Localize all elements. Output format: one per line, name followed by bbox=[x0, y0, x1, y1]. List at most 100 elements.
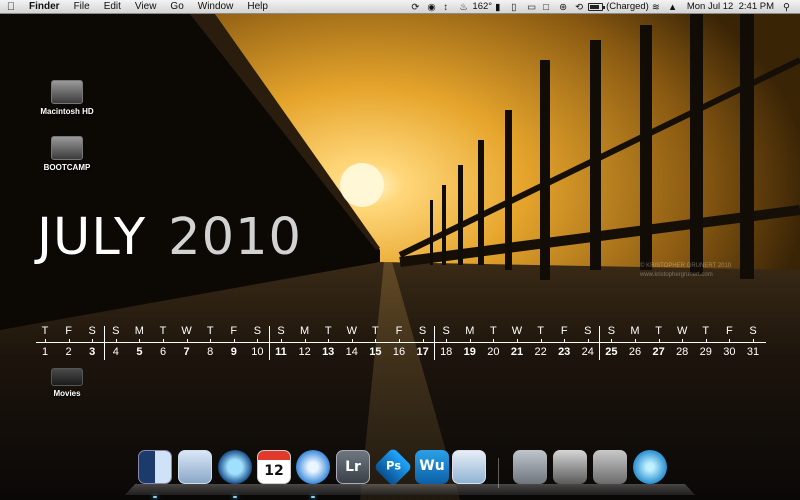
menu-app-name[interactable]: Finder bbox=[22, 1, 67, 12]
apple-menu-icon[interactable]:  bbox=[0, 1, 22, 13]
week-divider bbox=[269, 326, 270, 360]
volume-icon[interactable]: ▲ bbox=[668, 2, 678, 13]
calendar-tick bbox=[469, 339, 471, 343]
bluetooth-icon[interactable]: ⊛ bbox=[559, 2, 569, 13]
calendar-tick bbox=[493, 339, 495, 343]
calendar-tick bbox=[446, 339, 448, 343]
spotlight-search-icon[interactable]: ⚲ bbox=[783, 2, 793, 13]
lightroom-icon[interactable]: Lr bbox=[336, 450, 370, 484]
mail-icon[interactable] bbox=[178, 450, 212, 484]
calendar-day: 9 bbox=[230, 346, 237, 358]
desktop-icon-movies[interactable]: Movies bbox=[27, 368, 107, 398]
calendar-weekday: S bbox=[418, 325, 427, 337]
calendar-weekday: T bbox=[702, 325, 710, 337]
trash-icon[interactable] bbox=[633, 450, 667, 484]
wifi-icon[interactable]: ≋ bbox=[652, 2, 662, 13]
calendar-day: 8 bbox=[207, 346, 214, 358]
calendar-tick bbox=[517, 339, 518, 343]
downloads-stack-icon[interactable] bbox=[593, 450, 627, 484]
network-meter-icon[interactable]: ▭ bbox=[527, 2, 537, 13]
calendar-day: 21 bbox=[510, 346, 524, 358]
arrows-icon[interactable]: ↕ bbox=[443, 2, 453, 13]
calendar-weekday: W bbox=[511, 325, 523, 337]
thermometer-icon[interactable]: ♨ bbox=[459, 2, 469, 13]
menu-go[interactable]: Go bbox=[163, 1, 190, 12]
calendar-day: 13 bbox=[322, 346, 335, 358]
calendar-weekday: T bbox=[490, 325, 497, 337]
calendar-weekday: S bbox=[607, 325, 616, 337]
wallpaper-credit: © KRISTOPHER GRUNERT 2010 www.kristopher… bbox=[640, 262, 731, 280]
dock-app-label: Wu bbox=[419, 458, 445, 474]
calendar-rule bbox=[36, 342, 766, 343]
calendar-icon[interactable]: 12 bbox=[257, 450, 291, 484]
desktop-icon-macintosh-hd[interactable]: Macintosh HD bbox=[27, 80, 107, 116]
battery-status[interactable]: (Charged) bbox=[606, 1, 649, 12]
calendar-weekday: M bbox=[630, 325, 640, 337]
menu-view[interactable]: View bbox=[128, 1, 164, 12]
preview-icon[interactable] bbox=[452, 450, 486, 484]
dock-shelf bbox=[124, 484, 696, 495]
calendar-weekday: F bbox=[395, 325, 403, 337]
menu-window[interactable]: Window bbox=[191, 1, 241, 12]
calendar-weekday: W bbox=[181, 325, 192, 337]
calendar-day: 22 bbox=[534, 346, 547, 358]
calendar-weekday: W bbox=[676, 325, 688, 337]
calendar-day: 17 bbox=[416, 346, 429, 358]
calendar-weekday: S bbox=[749, 325, 757, 337]
calendar-tick bbox=[281, 339, 282, 343]
dock-separator bbox=[498, 458, 499, 488]
calendar-day: 6 bbox=[159, 346, 167, 358]
desktop-icon-label: Macintosh HD bbox=[40, 107, 94, 116]
calendar-weekday: F bbox=[560, 325, 568, 337]
calendar-weekday: F bbox=[726, 325, 733, 337]
calendar-day: 16 bbox=[392, 346, 406, 358]
itunes-icon[interactable] bbox=[296, 450, 330, 484]
calendar-day: 30 bbox=[723, 346, 736, 358]
calendar-tick bbox=[375, 339, 377, 343]
calendar-day: 29 bbox=[699, 346, 712, 358]
calendar-weekday: F bbox=[65, 325, 72, 337]
memory-icon[interactable]: ▯ bbox=[511, 2, 521, 13]
running-indicator bbox=[233, 496, 237, 498]
dock-app-label: Lr bbox=[345, 459, 361, 475]
calendar-day: 31 bbox=[746, 346, 760, 358]
menu-file[interactable]: File bbox=[67, 1, 97, 12]
calendar-tick bbox=[658, 339, 660, 343]
hard-drive-icon bbox=[51, 136, 83, 160]
sync-icon[interactable]: ⟳ bbox=[411, 2, 421, 13]
calendar-tick bbox=[45, 339, 46, 343]
calendar-weekday: S bbox=[253, 325, 262, 337]
calendar-tick bbox=[233, 339, 235, 343]
calendar-tick bbox=[682, 339, 684, 343]
calendar-day: 24 bbox=[581, 346, 594, 358]
calendar-day: 10 bbox=[251, 346, 264, 358]
battery-icon[interactable] bbox=[588, 2, 606, 11]
calendar-weekday: S bbox=[277, 325, 285, 337]
wu-icon[interactable]: Wu bbox=[415, 450, 449, 484]
calendar-weekday: S bbox=[584, 325, 592, 337]
documents-stack-icon[interactable] bbox=[553, 450, 587, 484]
calendar-tick bbox=[635, 339, 636, 343]
calendar-day: 1 bbox=[41, 346, 49, 358]
cpu-meter-icon[interactable]: ▮ bbox=[495, 2, 505, 13]
credit-url: www.kristophergrunert.com bbox=[640, 272, 713, 278]
temperature-readout[interactable]: 162° bbox=[472, 1, 492, 12]
time-machine-icon[interactable] bbox=[218, 450, 252, 484]
calendar-weekday: T bbox=[372, 325, 379, 337]
menu-edit[interactable]: Edit bbox=[97, 1, 128, 12]
desktop-icon-bootcamp[interactable]: BOOTCAMP bbox=[27, 136, 107, 172]
finder-icon[interactable] bbox=[138, 450, 172, 484]
calendar-weekday: S bbox=[88, 325, 96, 337]
menu-help[interactable]: Help bbox=[240, 1, 275, 12]
applications-stack-icon[interactable] bbox=[513, 450, 547, 484]
photoshop-icon[interactable]: Ps bbox=[373, 447, 413, 487]
calendar-tick bbox=[729, 339, 731, 343]
desktop-icon-label: BOOTCAMP bbox=[43, 163, 91, 172]
calendar-tick bbox=[611, 339, 613, 343]
calendar-day: 28 bbox=[676, 346, 689, 358]
menu-clock[interactable]: Mon Jul 12 2:41 PM bbox=[687, 1, 774, 12]
eye-icon[interactable]: ◉ bbox=[427, 2, 437, 13]
display-icon[interactable]: □ bbox=[543, 2, 553, 13]
calendar-weekday: T bbox=[41, 325, 49, 337]
sync-clock-icon[interactable]: ⟲ bbox=[575, 2, 585, 13]
